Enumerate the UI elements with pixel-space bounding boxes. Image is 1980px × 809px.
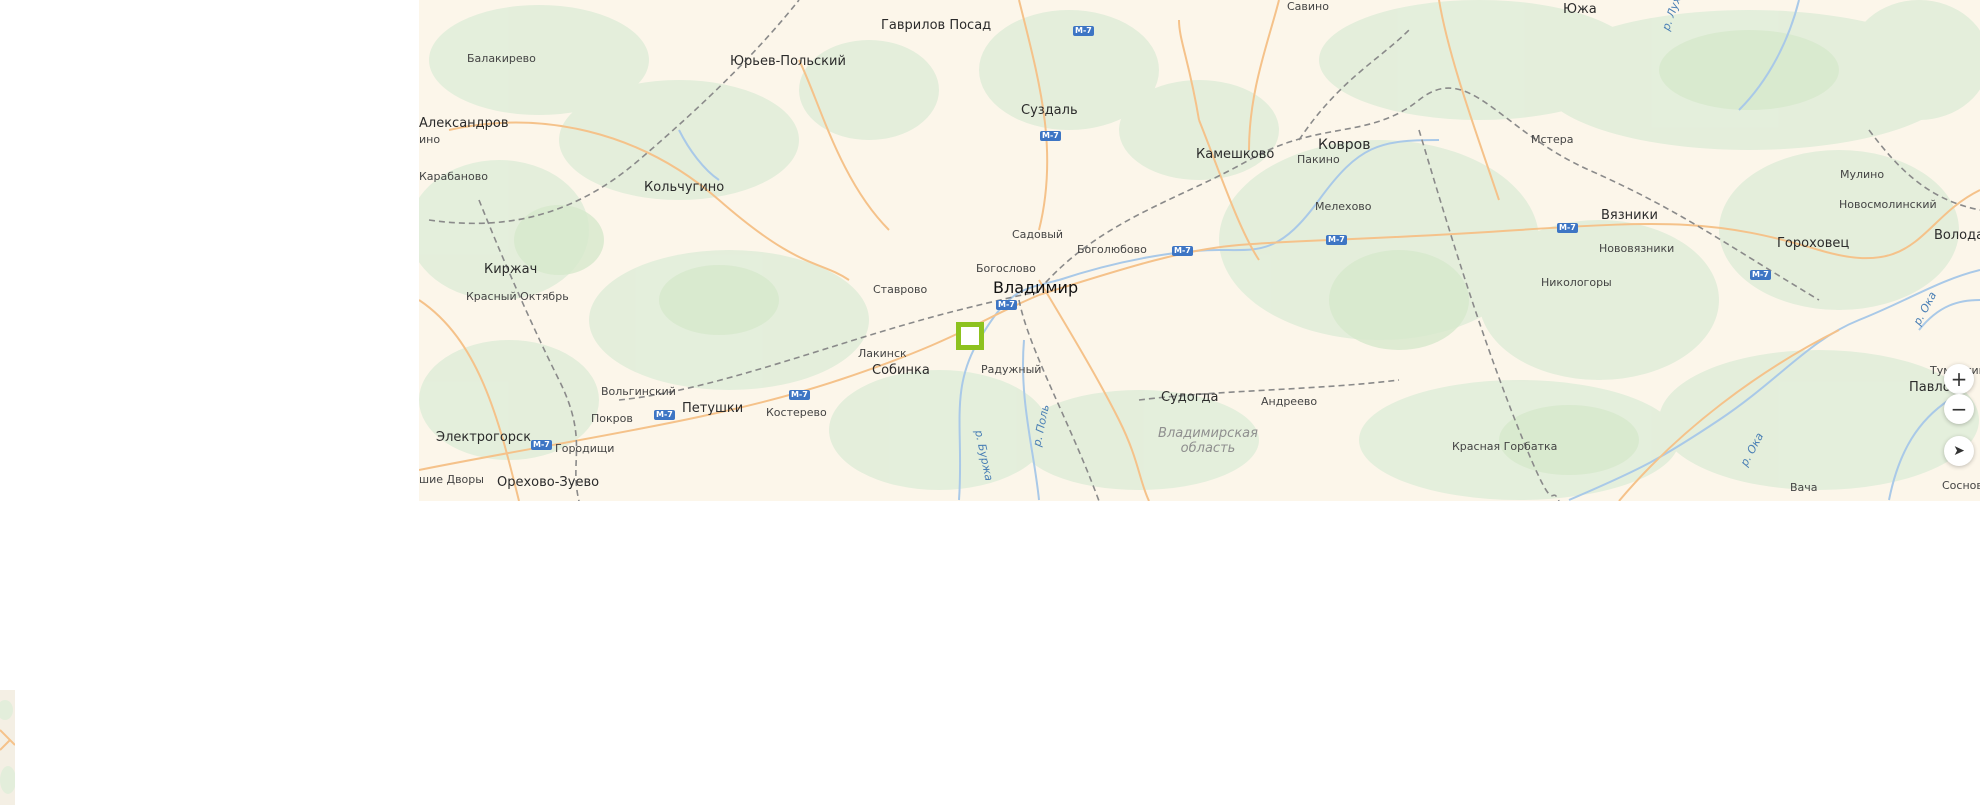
map-thumbnail: [0, 690, 16, 805]
road-shield: M-7: [1557, 223, 1578, 233]
road-shield: M-7: [789, 390, 810, 400]
map-label[interactable]: Южа: [1563, 3, 1597, 16]
zoom-in-button[interactable]: +: [1944, 364, 1974, 394]
map-label[interactable]: Мелехово: [1315, 201, 1372, 212]
map-label[interactable]: Гаврилов Посад: [881, 19, 991, 32]
road-shield: M-7: [1326, 235, 1347, 245]
map-label[interactable]: Пакино: [1297, 154, 1340, 165]
map-label[interactable]: Орехово-Зуево: [497, 476, 599, 489]
road-shield: M-7: [654, 410, 675, 420]
map-label[interactable]: Ковров: [1318, 138, 1370, 152]
road-shield: M-7: [1172, 246, 1193, 256]
map-label[interactable]: Нововязники: [1599, 243, 1674, 254]
map-label[interactable]: Сосновское: [1942, 480, 1980, 491]
map-label[interactable]: Гороховец: [1777, 237, 1849, 250]
map-label[interactable]: Боголюбово: [1077, 244, 1147, 255]
map-label[interactable]: Собинка: [872, 364, 930, 377]
map-label[interactable]: Судогда: [1161, 391, 1219, 404]
road-shield: M-7: [1750, 270, 1771, 280]
map-label[interactable]: Богослово: [976, 263, 1036, 274]
road-shield: M-7: [996, 300, 1017, 310]
map-label[interactable]: Лакинск: [858, 348, 907, 359]
map-label[interactable]: Новосмолинский: [1839, 199, 1937, 210]
locate-icon[interactable]: ➤: [1944, 436, 1974, 466]
map-label[interactable]: Балакирево: [467, 53, 536, 64]
map-label[interactable]: Андреево: [1261, 396, 1317, 407]
map-label[interactable]: Кольчугино: [644, 181, 724, 194]
map-label[interactable]: ино: [419, 134, 440, 145]
road-shield: M-7: [1073, 26, 1094, 36]
road-shield: M-7: [531, 440, 552, 450]
map-label[interactable]: Юрьев-Польский: [730, 55, 846, 68]
region-label: Владимирская область: [1158, 426, 1258, 456]
map-label[interactable]: Александров: [419, 117, 509, 130]
road-shield: M-7: [1040, 131, 1061, 141]
map-label[interactable]: Ставрово: [873, 284, 927, 295]
map-label[interactable]: Киржач: [484, 263, 537, 276]
map-label[interactable]: Вача: [1790, 482, 1818, 493]
map-label[interactable]: Красная Горбатка: [1452, 441, 1557, 452]
map-label[interactable]: Мулино: [1840, 169, 1884, 180]
map-label[interactable]: Савино: [1287, 1, 1329, 12]
map-label[interactable]: Радужный: [981, 364, 1041, 375]
map-label[interactable]: Владимир: [993, 280, 1078, 296]
location-marker[interactable]: [956, 322, 984, 350]
map-label[interactable]: Камешково: [1196, 148, 1274, 161]
map-label[interactable]: Володарск: [1934, 229, 1980, 242]
zoom-out-button[interactable]: −: [1944, 394, 1974, 424]
map-label[interactable]: Вольгинский: [601, 386, 676, 397]
map-label[interactable]: Электрогорск: [436, 431, 531, 444]
map-label[interactable]: Красный Октябрь: [466, 291, 569, 302]
map-label[interactable]: Мстера: [1531, 134, 1573, 145]
map-label[interactable]: Петушки: [682, 402, 743, 415]
map-label[interactable]: Костерево: [766, 407, 827, 418]
map-label[interactable]: Вязники: [1601, 209, 1658, 222]
map-label[interactable]: Никологоры: [1541, 277, 1612, 288]
map-label[interactable]: шие Дворы: [419, 474, 484, 485]
map-label[interactable]: Садовый: [1012, 229, 1063, 240]
map-label[interactable]: Карабаново: [419, 171, 488, 182]
map-label[interactable]: Суздаль: [1021, 104, 1078, 117]
map-label[interactable]: Покров: [591, 413, 633, 424]
map-view[interactable]: Гаврилов Посад Савино Южа Балакирево Юрь…: [419, 0, 1980, 501]
map-label[interactable]: Городищи: [555, 443, 614, 454]
